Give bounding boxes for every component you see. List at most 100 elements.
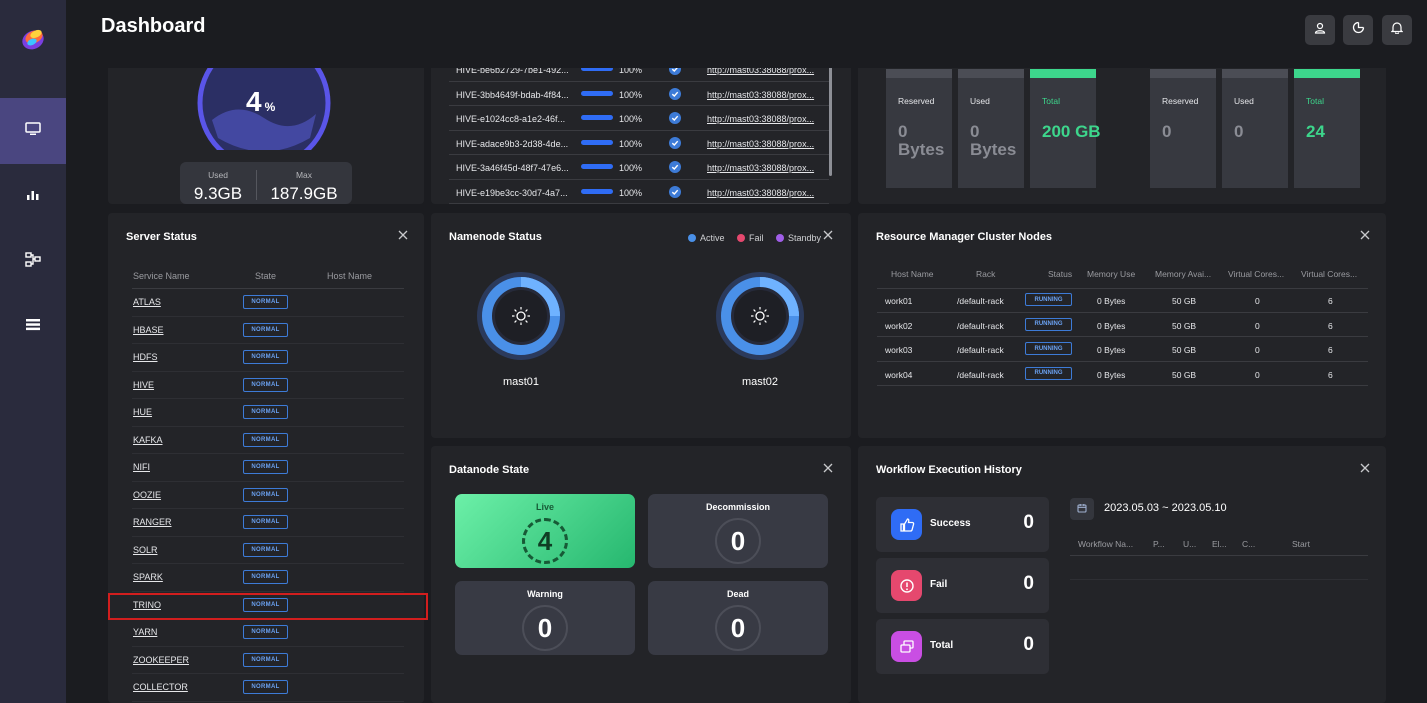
hive-scrollbar[interactable] <box>829 66 832 176</box>
user-icon <box>1314 21 1326 39</box>
rm-mem-use: 0 Bytes <box>1097 369 1126 380</box>
workflow-col-header[interactable]: C... <box>1242 539 1255 549</box>
job-link[interactable]: http://mast03:38088/prox... <box>707 114 814 124</box>
service-name-link[interactable]: TRINO <box>133 600 161 610</box>
workflow-col-header[interactable]: Start <box>1292 539 1310 549</box>
nav-monitor[interactable] <box>0 98 66 164</box>
resource-value: 0 Bytes <box>898 122 945 159</box>
job-progress: 100% <box>619 89 643 100</box>
datanode-value: 0 <box>715 605 761 651</box>
namenode-name: mast02 <box>741 376 779 388</box>
status-badge: NORMAL <box>243 597 288 612</box>
service-name-link[interactable]: HDFS <box>133 352 158 362</box>
service-name-link[interactable]: ATLAS <box>133 297 161 307</box>
progress-bar <box>581 115 613 120</box>
job-progress: 100% <box>619 163 643 173</box>
workflow-card-success[interactable]: Success 0 <box>876 497 1049 552</box>
nav-statistics[interactable] <box>0 164 66 230</box>
nav-workflow[interactable] <box>0 229 66 295</box>
close-icon[interactable] <box>823 460 835 473</box>
date-range[interactable]: 2023.05.03 ~ 2023.05.10 <box>1104 502 1227 514</box>
rm-node-row: work02/default-rack RUNNING 0 Bytes 50 GB 0 6 <box>877 313 1368 337</box>
datanode-value: 4 <box>522 518 568 564</box>
status-badge: NORMAL <box>243 377 288 392</box>
job-progress: 100% <box>619 114 643 124</box>
sidebar <box>0 0 66 703</box>
hive-job-row: HIVE-e1024cc8-a1e2-46f... 100% http://mast… <box>449 106 829 131</box>
close-icon[interactable] <box>823 227 835 240</box>
close-icon[interactable] <box>1360 460 1372 473</box>
resource-label: Used <box>1234 96 1254 106</box>
service-name-link[interactable]: YARN <box>133 627 157 637</box>
service-name-link[interactable]: SOLR <box>133 545 158 555</box>
service-name-link[interactable]: OOZIE <box>133 490 161 500</box>
service-name-link[interactable]: HBASE <box>133 325 164 335</box>
workflow-col-header[interactable]: P... <box>1153 539 1165 549</box>
rm-host: work02 <box>885 320 913 331</box>
job-link[interactable]: http://mast03:38088/prox... <box>707 139 814 149</box>
resource-label: Reserved <box>898 96 935 106</box>
service-name-link[interactable]: KAFKA <box>133 435 163 445</box>
monitor-icon <box>25 121 41 141</box>
check-icon <box>669 87 681 100</box>
rm-status-badge: RUNNING <box>1025 293 1072 306</box>
refresh-button[interactable] <box>1343 15 1373 45</box>
namenode-title: Namenode Status <box>449 231 542 243</box>
status-badge: NORMAL <box>243 680 288 694</box>
resource-value: 200 GB <box>1042 122 1101 141</box>
resource-card-reserved: Reserved 0 <box>1150 69 1216 188</box>
top-bar: Dashboard <box>66 0 1427 68</box>
status-badge: NORMAL <box>243 652 288 667</box>
legend-active: Active <box>688 233 725 243</box>
workflow-card-fail[interactable]: Fail 0 <box>876 558 1049 613</box>
rm-node-row: work01/default-rack RUNNING 0 Bytes 50 GB 0 6 <box>877 288 1368 313</box>
service-name-link[interactable]: NIFI <box>133 462 150 472</box>
rm-vcores-used: 0 <box>1255 296 1260 306</box>
service-name-link[interactable]: HUE <box>133 407 152 417</box>
job-link[interactable]: http://mast03:38088/prox... <box>707 188 814 198</box>
refresh-icon <box>1352 21 1365 39</box>
notification-button[interactable] <box>1382 15 1412 45</box>
close-icon[interactable] <box>398 227 410 240</box>
date-picker-button[interactable] <box>1070 498 1094 520</box>
service-row-yarn: YARN NORMAL <box>132 619 404 647</box>
workflow-panel: Workflow Execution History Success 0 Fail 0… <box>858 446 1386 703</box>
rm-mem-avail: 50 GB <box>1172 369 1197 380</box>
rm-rack: /default-rack <box>957 320 1004 331</box>
datanode-card-live[interactable]: Live 4 <box>455 494 635 568</box>
workflow-title: Workflow Execution History <box>876 464 1022 476</box>
service-name-link[interactable]: HIVE <box>133 380 154 390</box>
status-badge: NORMAL <box>243 515 288 529</box>
workflow-col-header[interactable]: U... <box>1183 539 1196 549</box>
rm-vcores-total: 6 <box>1328 369 1333 380</box>
job-id: HIVE-3a46f45d-48f7-47e6... <box>456 163 569 173</box>
datanode-card-warning[interactable]: Warning 0 <box>455 581 635 655</box>
status-badge: NORMAL <box>243 542 288 557</box>
status-badge: NORMAL <box>243 322 288 337</box>
status-badge: NORMAL <box>243 350 288 364</box>
job-link[interactable]: http://mast03:38088/prox... <box>707 163 814 173</box>
service-name-link[interactable]: RANGER <box>133 517 172 527</box>
service-name-link[interactable]: COLLECTOR <box>133 682 188 692</box>
workflow-card-total[interactable]: Total 0 <box>876 619 1049 674</box>
user-button[interactable] <box>1305 15 1335 45</box>
nav-list[interactable] <box>0 294 66 360</box>
service-name-link[interactable]: ZOOKEEPER <box>133 655 189 665</box>
workflow-count: 0 <box>1023 512 1034 533</box>
service-name-link[interactable]: SPARK <box>133 572 163 582</box>
namenode-gauge-mast02[interactable] <box>715 271 805 361</box>
close-icon[interactable] <box>1360 227 1372 240</box>
resource-value: 0 <box>1162 122 1172 141</box>
app-logo[interactable] <box>19 25 47 51</box>
service-row-spark: SPARK NORMAL <box>132 564 404 592</box>
namenode-gauge-mast01[interactable] <box>476 271 566 361</box>
job-link[interactable]: http://mast03:38088/prox... <box>707 90 814 100</box>
workflow-col-header[interactable]: Workflow Na... <box>1078 539 1133 549</box>
rm-nodes-panel: Resource Manager Cluster Nodes Host Name… <box>858 213 1386 438</box>
memory-percent: 4 <box>246 86 262 117</box>
service-row-collector: COLLECTOR NORMAL <box>132 674 404 702</box>
datanode-card-decommission[interactable]: Decommission 0 <box>648 494 828 568</box>
workflow-col-header[interactable]: El... <box>1212 539 1227 549</box>
datanode-card-dead[interactable]: Dead 0 <box>648 581 828 655</box>
check-icon <box>669 161 681 173</box>
